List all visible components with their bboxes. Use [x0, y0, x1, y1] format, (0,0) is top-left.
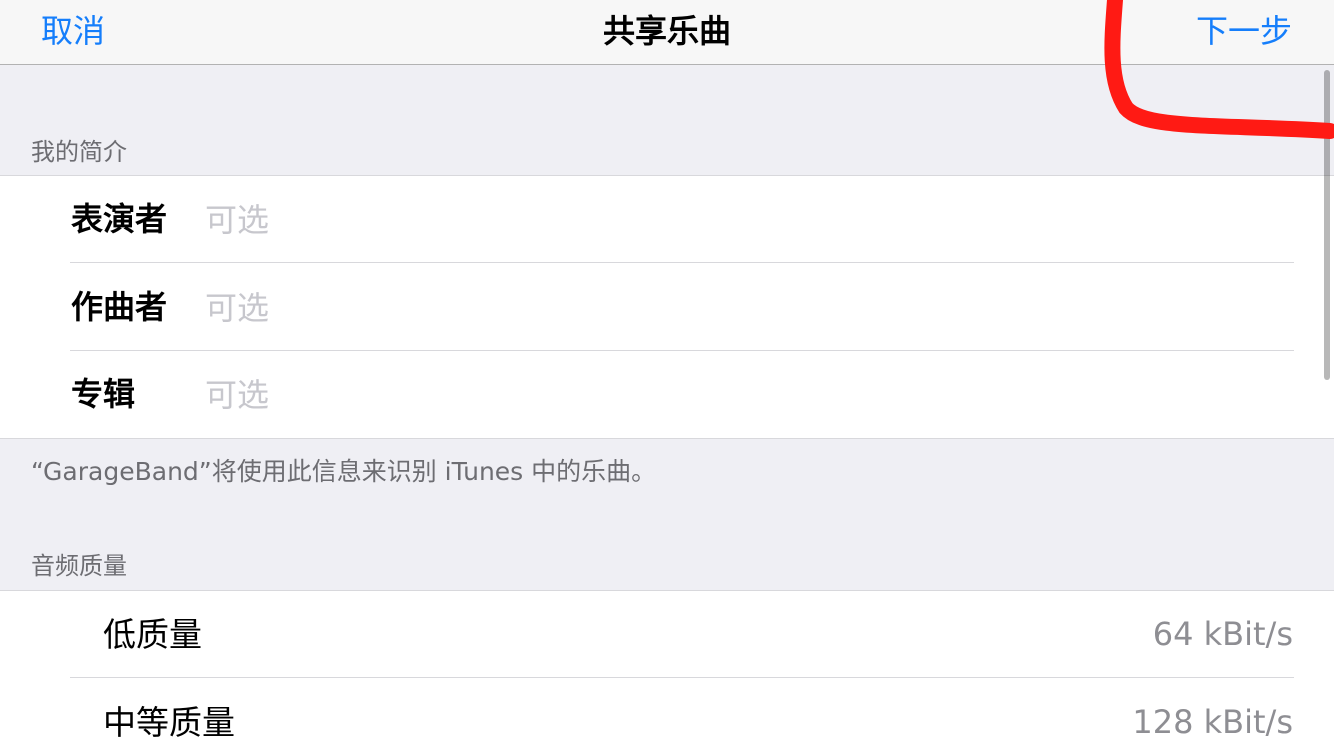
quality-option-medium[interactable]: 中等质量 128 kBit/s: [0, 679, 1334, 750]
cancel-button[interactable]: 取消: [41, 0, 105, 64]
row-separator: [70, 262, 1294, 263]
quality-option-bitrate: 128 kBit/s: [1132, 703, 1293, 741]
navigation-bar: 取消 共享乐曲 下一步: [0, 0, 1334, 65]
profile-section-header: 我的简介: [31, 138, 127, 166]
profile-fields-group: 表演者 作曲者 专辑: [0, 175, 1334, 439]
row-separator: [70, 677, 1294, 678]
page-title: 共享乐曲: [602, 12, 731, 50]
composer-input[interactable]: [205, 282, 1285, 334]
composer-label: 作曲者: [71, 288, 168, 326]
scroll-indicator[interactable]: [1324, 70, 1330, 380]
quality-option-low[interactable]: 低质量 64 kBit/s: [0, 591, 1334, 678]
audio-quality-section-header: 音频质量: [31, 552, 127, 580]
performer-row[interactable]: 表演者: [0, 176, 1334, 263]
album-input[interactable]: [205, 369, 1285, 421]
performer-input[interactable]: [205, 194, 1285, 246]
composer-row[interactable]: 作曲者: [0, 264, 1334, 351]
next-button[interactable]: 下一步: [1196, 0, 1292, 64]
audio-quality-group: 低质量 64 kBit/s 中等质量 128 kBit/s: [0, 590, 1334, 750]
quality-option-bitrate: 64 kBit/s: [1152, 615, 1293, 653]
album-row[interactable]: 专辑: [0, 351, 1334, 438]
performer-label: 表演者: [71, 200, 168, 238]
album-label: 专辑: [71, 375, 136, 413]
quality-option-label: 低质量: [103, 615, 202, 654]
quality-option-label: 中等质量: [103, 703, 235, 742]
profile-footer-note: “GarageBand”将使用此信息来识别 iTunes 中的乐曲。: [31, 457, 657, 486]
